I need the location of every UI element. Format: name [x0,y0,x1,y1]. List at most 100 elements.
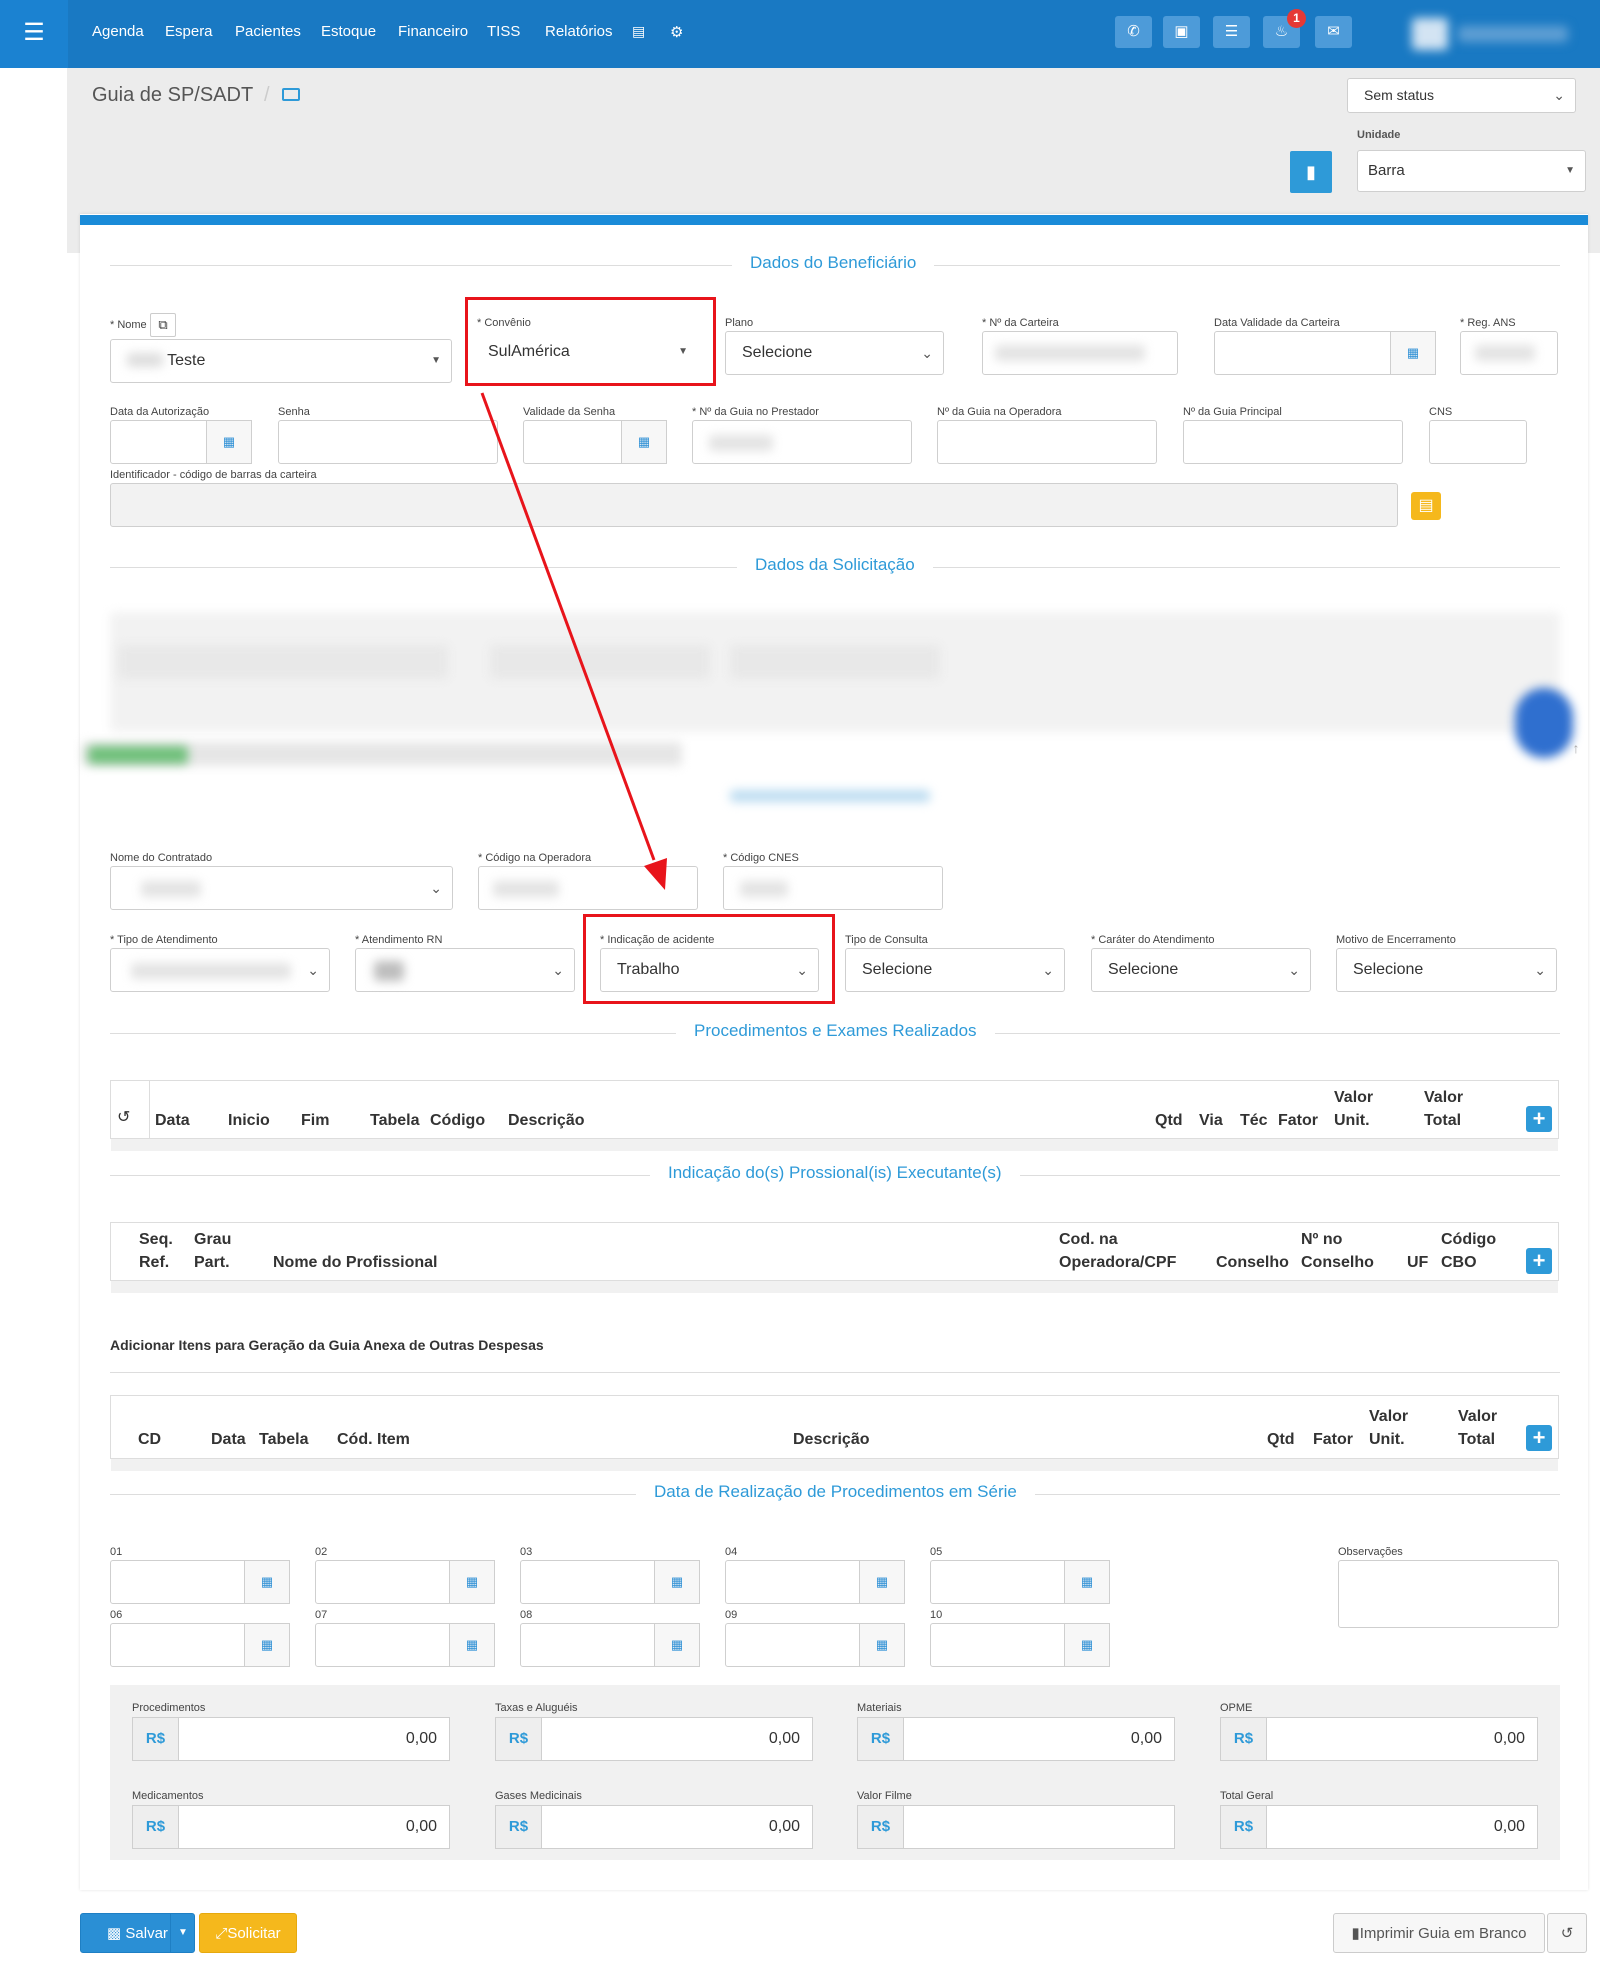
col-uf: UF [1407,1254,1429,1271]
total-value: 0,00 [768,1730,800,1747]
serie-label-05: 05 [930,1546,943,1558]
col-cd: CD [138,1431,162,1448]
col-data: Data [211,1431,246,1448]
col-fator: Fator [1313,1431,1353,1448]
total-materiais[interactable]: R$ 0,00 [857,1717,1175,1761]
col-tec: Téc [1240,1112,1268,1129]
total-label-medicamentos: Medicamentos [132,1790,204,1802]
observacoes-label: Observações [1338,1546,1403,1558]
total-label-materiais: Materiais [857,1702,902,1714]
section-profissionais: Indicação do(s) Prossional(is) Executant… [650,1163,1020,1183]
col-seq-ref: Seq. Ref. [139,1231,173,1271]
col-data: Data [155,1112,190,1129]
print-blank-button[interactable]: ▮Imprimir Guia em Branco [1333,1913,1545,1953]
col-valor-total: Valor Total [1424,1089,1464,1129]
total-label-gases: Gases Medicinais [495,1790,582,1802]
calendar-icon[interactable]: ▦ [654,1560,700,1604]
total-label-opme: OPME [1220,1702,1253,1714]
col-cod-item: Cód. Item [337,1431,410,1448]
col-numero-conselho: Nº no Conselho [1301,1231,1374,1271]
col-inicio: Inicio [228,1112,270,1129]
add-procedimento-button[interactable]: + [1526,1106,1552,1132]
currency-addon: R$ [1221,1718,1267,1760]
total-filme[interactable]: R$ [857,1805,1175,1849]
col-valor-unit: Valor Unit. [1334,1089,1374,1129]
expand-icon: ⤢ [215,1925,228,1942]
serie-label-03: 03 [520,1546,533,1558]
save-dropdown-caret[interactable]: ▼ [170,1913,195,1953]
col-nome-profissional: Nome do Profissional [273,1254,438,1271]
section-divider [110,1372,1560,1373]
calendar-icon[interactable]: ▦ [654,1623,700,1667]
undo-icon[interactable]: ↺ [117,1107,130,1127]
currency-addon: R$ [133,1718,179,1760]
serie-label-07: 07 [315,1609,328,1621]
total-taxas[interactable]: R$ 0,00 [495,1717,813,1761]
observacoes-textarea[interactable] [1338,1560,1559,1628]
serie-label-06: 06 [110,1609,123,1621]
total-value: 0,00 [1493,1730,1525,1747]
serie-label-01: 01 [110,1546,123,1558]
serie-label-08: 08 [520,1609,533,1621]
currency-addon: R$ [858,1718,904,1760]
total-label-taxas: Taxas e Aluguéis [495,1702,578,1714]
table-footer [111,1459,1558,1471]
total-value: 0,00 [1130,1730,1162,1747]
total-medicamentos[interactable]: R$ 0,00 [132,1805,450,1849]
col-fator: Fator [1278,1112,1318,1129]
total-label-procedimentos: Procedimentos [132,1702,206,1714]
section-procedimentos: Procedimentos e Exames Realizados [676,1021,995,1041]
col-cod-operadora: Cod. na Operadora/CPF [1059,1231,1177,1271]
serie-label-04: 04 [725,1546,738,1558]
total-value: 0,00 [405,1818,437,1835]
calendar-icon[interactable]: ▦ [449,1623,495,1667]
solicitar-button[interactable]: ⤢Solicitar [199,1913,297,1953]
floppy-icon: ▩ [107,1925,122,1942]
col-codigo: Código [430,1112,486,1129]
currency-addon: R$ [496,1806,542,1848]
currency-addon: R$ [496,1718,542,1760]
calendar-icon[interactable]: ▦ [859,1623,905,1667]
total-label-geral: Total Geral [1220,1790,1274,1802]
col-fim: Fim [301,1112,330,1129]
currency-addon: R$ [1221,1806,1267,1848]
col-tabela: Tabela [259,1431,309,1448]
total-procedimentos[interactable]: R$ 0,00 [132,1717,450,1761]
col-via: Via [1199,1112,1223,1129]
total-geral[interactable]: R$ 0,00 [1220,1805,1538,1849]
col-grau-part: Grau Part. [194,1231,232,1271]
col-conselho: Conselho [1216,1254,1289,1271]
calendar-icon[interactable]: ▦ [244,1560,290,1604]
col-qtd: Qtd [1155,1112,1183,1129]
reset-icon[interactable]: ↺ [1547,1913,1587,1953]
col-qtd: Qtd [1267,1431,1295,1448]
serie-label-09: 09 [725,1609,738,1621]
table-footer [111,1281,1558,1293]
total-gases[interactable]: R$ 0,00 [495,1805,813,1849]
serie-label-02: 02 [315,1546,328,1558]
total-value: 0,00 [405,1730,437,1747]
calendar-icon[interactable]: ▦ [449,1560,495,1604]
despesas-title: Adicionar Itens para Geração da Guia Ane… [110,1337,544,1353]
total-opme[interactable]: R$ 0,00 [1220,1717,1538,1761]
total-label-filme: Valor Filme [857,1790,912,1802]
calendar-icon[interactable]: ▦ [1064,1623,1110,1667]
add-despesa-button[interactable]: + [1526,1425,1552,1451]
total-value: 0,00 [768,1818,800,1835]
currency-addon: R$ [133,1806,179,1848]
total-value: 0,00 [1493,1818,1525,1835]
col-valor-unit: Valor Unit. [1369,1408,1409,1448]
add-profissional-button[interactable]: + [1526,1248,1552,1274]
serie-label-10: 10 [930,1609,943,1621]
currency-addon: R$ [858,1806,904,1848]
col-codigo-cbo: Código CBO [1441,1231,1497,1271]
calendar-icon[interactable]: ▦ [244,1623,290,1667]
calendar-icon[interactable]: ▦ [1064,1560,1110,1604]
col-tabela: Tabela [370,1112,420,1129]
col-descricao: Descrição [793,1431,870,1448]
col-valor-total: Valor Total [1458,1408,1498,1448]
annotation-arrow [480,392,667,890]
calendar-icon[interactable]: ▦ [859,1560,905,1604]
table-footer [111,1139,1558,1151]
section-serie: Data de Realização de Procedimentos em S… [636,1482,1035,1502]
